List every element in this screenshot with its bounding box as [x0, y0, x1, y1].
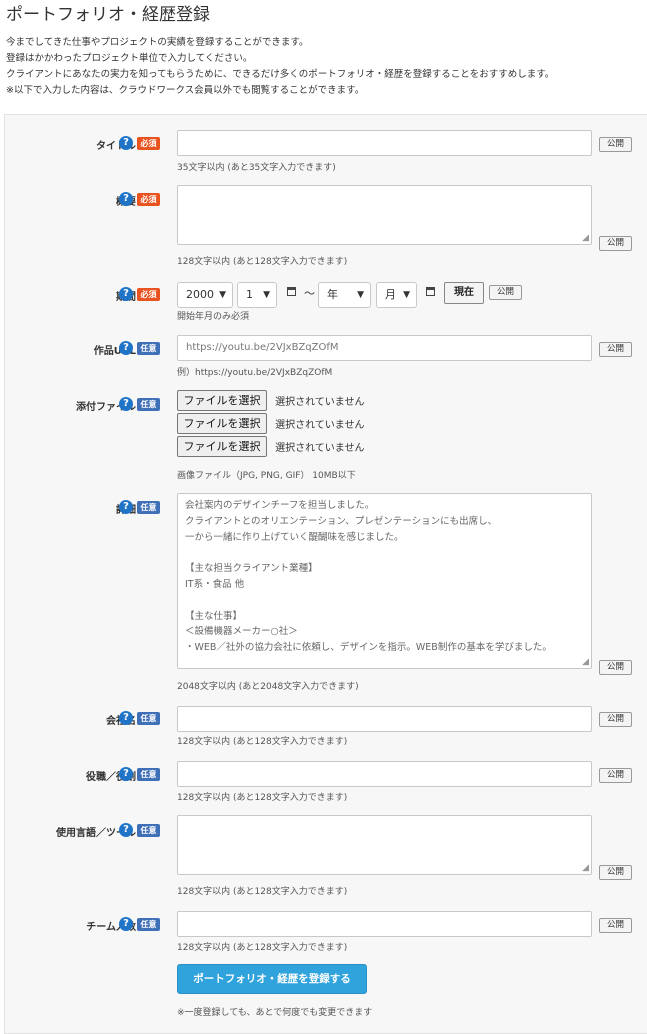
- company-hint: 128文字以内 (あと128文字入力できます): [177, 737, 348, 747]
- summary-public-button[interactable]: 公開: [599, 236, 632, 251]
- end-month-value: 月: [385, 288, 396, 301]
- file-status: 選択されていません: [275, 443, 365, 454]
- optional-badge: 任意: [137, 918, 160, 931]
- start-month-select[interactable]: 1 ▼: [237, 282, 277, 308]
- page-title: ポートフォリオ・経歴登録: [6, 5, 210, 25]
- optional-badge: 任意: [137, 768, 160, 781]
- resize-grip-icon[interactable]: ◢: [582, 234, 589, 243]
- url-hint: 例）https://youtu.be/2VJxBZqZOfM: [177, 368, 333, 378]
- intro-text: 今までしてきた仕事やプロジェクトの実績を登録することができます。 登録はかかわっ…: [6, 35, 554, 99]
- intro-line: 登録はかかわったプロジェクト単位で入力してください。: [6, 53, 253, 64]
- url-input[interactable]: https://youtu.be/2VJxBZqZOfM: [177, 335, 592, 361]
- team-hint: 128文字以内 (あと128文字入力できます): [177, 943, 348, 953]
- optional-badge: 任意: [137, 824, 160, 837]
- question-icon[interactable]: ?: [119, 341, 133, 355]
- period-public-button[interactable]: 公開: [489, 285, 522, 300]
- detail-hint: 2048文字以内 (あと2048文字入力できます): [177, 682, 359, 692]
- role-input[interactable]: [177, 761, 592, 787]
- register-button[interactable]: ポートフォリオ・経歴を登録する: [177, 964, 367, 994]
- title-hint: 35文字以内 (あと35文字入力できます): [177, 163, 336, 173]
- intro-line: クライアントにあなたの実力を知ってもらうために、できるだけ多くのポートフォリオ・…: [6, 69, 555, 80]
- company-public-button[interactable]: 公開: [599, 712, 632, 727]
- chevron-down-icon: ▼: [263, 290, 270, 300]
- now-button[interactable]: 現在: [444, 282, 484, 304]
- company-input[interactable]: [177, 706, 592, 732]
- title-public-button[interactable]: 公開: [599, 137, 632, 152]
- file-input-3[interactable]: ファイルを選択 選択されていません: [177, 436, 365, 458]
- file-select-button[interactable]: ファイルを選択: [177, 436, 267, 457]
- submit-note: ※一度登録しても、あとで何度でも変更できます: [177, 1008, 373, 1018]
- summary-textarea[interactable]: ◢: [177, 185, 592, 245]
- file-input-1[interactable]: ファイルを選択 選択されていません: [177, 390, 365, 412]
- resize-grip-icon[interactable]: ◢: [582, 658, 589, 667]
- role-hint: 128文字以内 (あと128文字入力できます): [177, 793, 348, 803]
- optional-badge: 任意: [137, 342, 160, 355]
- resize-grip-icon[interactable]: ◢: [582, 864, 589, 873]
- question-icon[interactable]: ?: [119, 136, 133, 150]
- question-icon[interactable]: ?: [119, 287, 133, 301]
- period-hint: 開始年月のみ必須: [177, 312, 250, 322]
- file-input-2[interactable]: ファイルを選択 選択されていません: [177, 413, 365, 435]
- calendar-icon: [426, 287, 435, 296]
- detail-public-button[interactable]: 公開: [599, 660, 632, 675]
- chevron-down-icon: ▼: [403, 290, 410, 300]
- chevron-down-icon: ▼: [219, 290, 226, 300]
- required-badge: 必須: [137, 193, 160, 206]
- question-icon[interactable]: ?: [119, 917, 133, 931]
- team-input[interactable]: [177, 911, 592, 937]
- file-status: 選択されていません: [275, 397, 365, 408]
- start-year-value: 2000: [186, 288, 214, 301]
- tools-hint: 128文字以内 (あと128文字入力できます): [177, 887, 348, 897]
- file-select-button[interactable]: ファイルを選択: [177, 413, 267, 434]
- role-public-button[interactable]: 公開: [599, 768, 632, 783]
- question-icon[interactable]: ?: [119, 500, 133, 514]
- calendar-icon: [287, 287, 296, 296]
- detail-placeholder: 会社案内のデザインチーフを担当しました。 クライアントとのオリエンテーション、プ…: [185, 500, 552, 654]
- file-status: 選択されていません: [275, 420, 365, 431]
- detail-textarea[interactable]: 会社案内のデザインチーフを担当しました。 クライアントとのオリエンテーション、プ…: [177, 493, 592, 669]
- optional-badge: 任意: [137, 398, 160, 411]
- question-icon[interactable]: ?: [119, 767, 133, 781]
- summary-hint: 128文字以内 (あと128文字入力できます): [177, 257, 348, 267]
- question-icon[interactable]: ?: [119, 192, 133, 206]
- start-month-value: 1: [246, 288, 253, 301]
- end-month-select[interactable]: 月 ▼: [376, 282, 417, 308]
- start-year-select[interactable]: 2000 ▼: [177, 282, 233, 308]
- attachment-hint: 画像ファイル（JPG, PNG, GIF） 10MB以下: [177, 471, 356, 481]
- question-icon[interactable]: ?: [119, 397, 133, 411]
- question-icon[interactable]: ?: [119, 823, 133, 837]
- question-icon[interactable]: ?: [119, 711, 133, 725]
- tools-public-button[interactable]: 公開: [599, 865, 632, 880]
- title-input[interactable]: [177, 130, 592, 156]
- required-badge: 必須: [137, 137, 160, 150]
- end-year-value: 年: [327, 288, 338, 301]
- chevron-down-icon: ▼: [357, 290, 364, 300]
- end-year-select[interactable]: 年 ▼: [318, 282, 371, 308]
- file-select-button[interactable]: ファイルを選択: [177, 390, 267, 411]
- period-separator: ～: [304, 287, 315, 300]
- url-public-button[interactable]: 公開: [599, 342, 632, 357]
- intro-line: ※以下で入力した内容は、クラウドワークス会員以外でも閲覧することができます。: [6, 85, 365, 96]
- tools-textarea[interactable]: ◢: [177, 815, 592, 875]
- optional-badge: 任意: [137, 712, 160, 725]
- optional-badge: 任意: [137, 501, 160, 514]
- team-public-button[interactable]: 公開: [599, 918, 632, 933]
- intro-line: 今までしてきた仕事やプロジェクトの実績を登録することができます。: [6, 37, 309, 48]
- required-badge: 必須: [137, 288, 160, 301]
